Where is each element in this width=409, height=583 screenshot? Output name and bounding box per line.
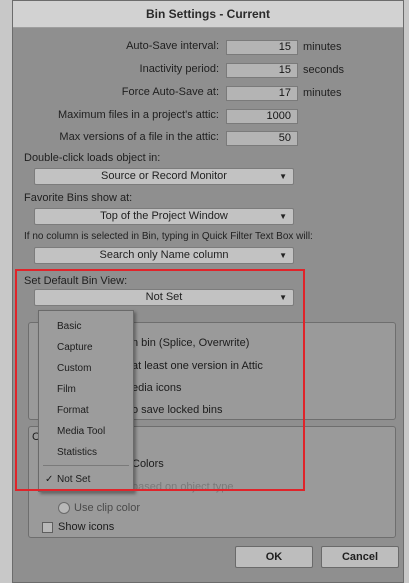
max-attic-files-field[interactable]: 1000 [226,109,298,124]
use-clip-color-label: Use clip color [74,502,141,514]
force-auto-save-field[interactable]: 17 [226,86,298,101]
max-attic-versions-label: Max versions of a file in the attic: [59,131,219,143]
double-click-label: Double-click loads object in: [24,152,161,164]
force-auto-save-unit: minutes [303,87,342,99]
ok-button[interactable]: OK [235,546,313,568]
annotation-highlight [15,269,305,491]
show-icons-checkbox[interactable] [42,522,53,533]
chevron-down-icon: ▼ [279,212,287,221]
inactivity-period-field[interactable]: 15 [226,63,298,78]
auto-save-interval-label: Auto-Save interval: [126,40,219,52]
chevron-down-icon: ▼ [279,251,287,260]
double-click-value: Source or Record Monitor [101,170,227,182]
auto-save-interval-field[interactable]: 15 [226,40,298,55]
dialog-title: Bin Settings - Current [13,1,403,28]
double-click-dropdown[interactable]: Source or Record Monitor ▼ [34,168,294,185]
inactivity-period-unit: seconds [303,64,344,76]
quick-filter-dropdown[interactable]: Search only Name column ▼ [34,247,294,264]
chevron-down-icon: ▼ [279,172,287,181]
favorite-bins-value: Top of the Project Window [100,210,228,222]
cancel-button[interactable]: Cancel [321,546,399,568]
favorite-bins-dropdown[interactable]: Top of the Project Window ▼ [34,208,294,225]
use-clip-color-radio[interactable] [58,502,70,514]
auto-save-interval-unit: minutes [303,41,342,53]
quick-filter-label: If no column is selected in Bin, typing … [24,231,313,242]
force-auto-save-label: Force Auto-Save at: [121,86,219,98]
max-attic-files-label: Maximum files in a project's attic: [57,109,219,121]
favorite-bins-label: Favorite Bins show at: [24,192,133,204]
quick-filter-value: Search only Name column [99,249,229,261]
inactivity-period-label: Inactivity period: [139,63,219,75]
max-attic-versions-field[interactable]: 50 [226,131,298,146]
show-icons-label: Show icons [58,521,115,533]
